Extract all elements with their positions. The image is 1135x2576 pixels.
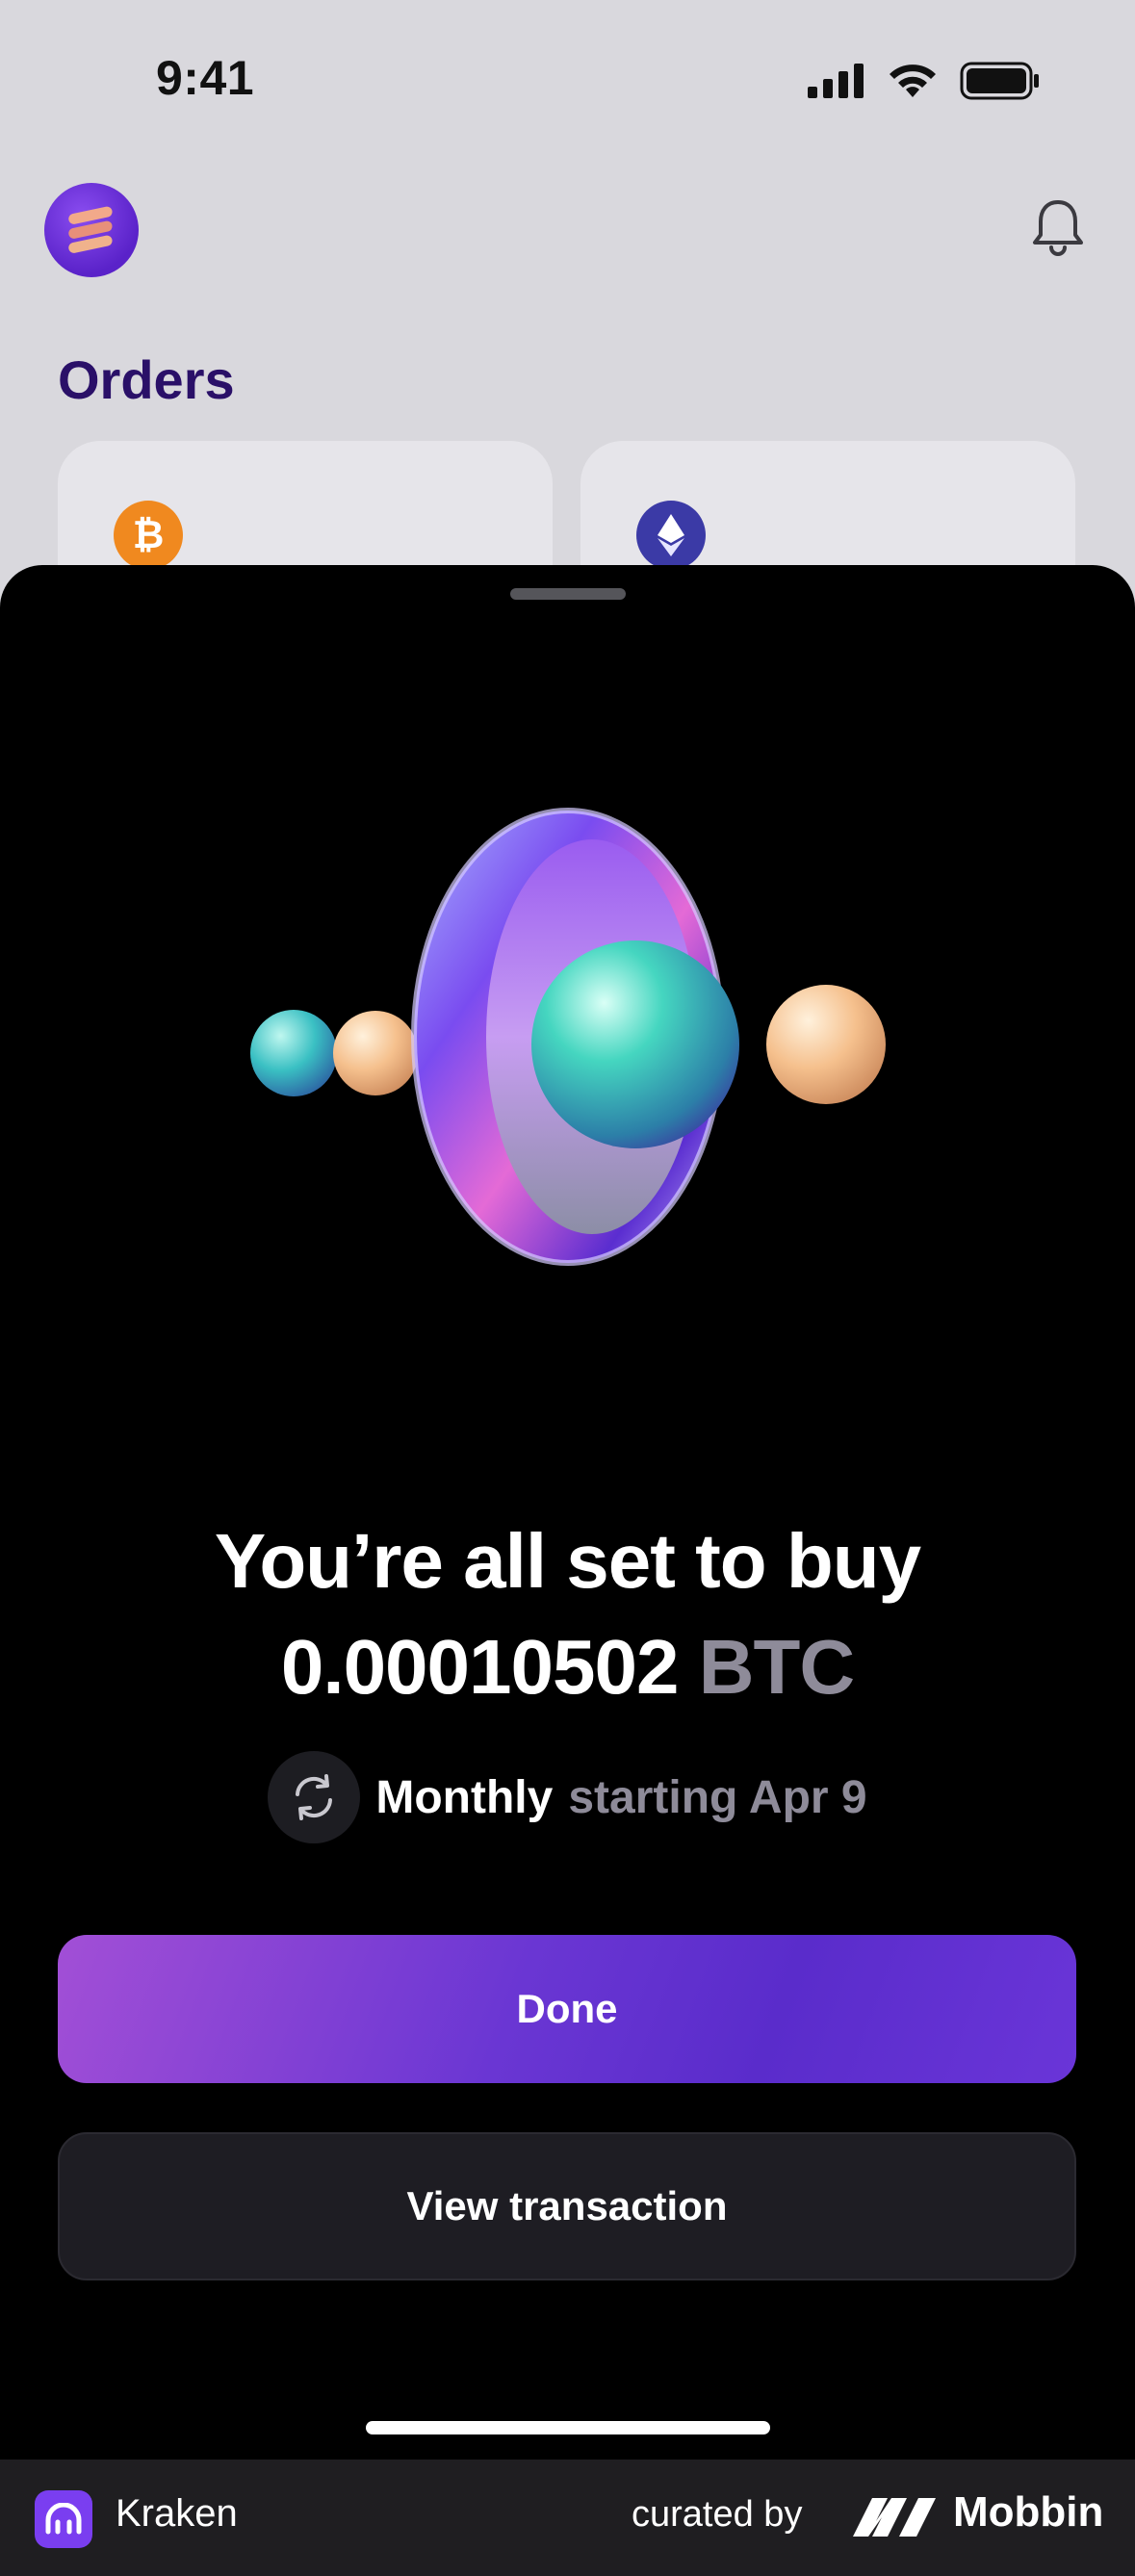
profile-avatar[interactable] bbox=[44, 183, 139, 277]
attribution-footer: Kraken curated by Mobbin bbox=[0, 2460, 1135, 2576]
wifi-icon bbox=[890, 64, 936, 97]
bell-icon[interactable] bbox=[1029, 196, 1087, 258]
status-time: 9:41 bbox=[156, 51, 255, 105]
mobbin-brand: Mobbin bbox=[953, 2488, 1104, 2536]
view-transaction-button[interactable]: View transaction bbox=[58, 2132, 1076, 2280]
status-icons bbox=[808, 62, 1041, 100]
frequency-label: Monthly bbox=[375, 1771, 554, 1823]
home-indicator bbox=[366, 2421, 770, 2434]
ethereum-icon bbox=[636, 501, 706, 570]
bitcoin-icon: ₿ bbox=[114, 501, 183, 570]
repeat-icon bbox=[268, 1751, 361, 1843]
battery-icon bbox=[960, 62, 1039, 100]
confirmation-sheet: You’re all set to buy 0.00010502 BTC Mon… bbox=[0, 565, 1135, 2460]
layers-icon bbox=[68, 206, 113, 253]
recurrence-info: Monthly starting Apr 9 bbox=[0, 1751, 1135, 1843]
done-button[interactable]: Done bbox=[58, 1935, 1076, 2083]
headline-amount-line: 0.00010502 BTC bbox=[0, 1614, 1135, 1720]
footer-app-name: Kraken bbox=[116, 2492, 238, 2535]
start-date-label: starting Apr 9 bbox=[568, 1771, 867, 1823]
signal-icon bbox=[808, 64, 864, 98]
amount-currency: BTC bbox=[698, 1624, 855, 1710]
amount-value: 0.00010502 bbox=[280, 1624, 680, 1710]
sheet-grabber[interactable] bbox=[510, 588, 626, 600]
kraken-logo-icon bbox=[35, 2490, 92, 2548]
orders-title: Orders bbox=[58, 349, 235, 410]
status-bar: 9:41 bbox=[0, 0, 1135, 164]
app-header bbox=[0, 164, 1135, 289]
curated-by-label: curated by bbox=[632, 2494, 803, 2535]
confirmation-headline: You’re all set to buy 0.00010502 BTC bbox=[0, 1508, 1135, 1720]
orbit-illustration bbox=[250, 808, 886, 1266]
mobbin-logo-icon bbox=[853, 2498, 936, 2537]
headline-line1: You’re all set to buy bbox=[214, 1518, 921, 1604]
